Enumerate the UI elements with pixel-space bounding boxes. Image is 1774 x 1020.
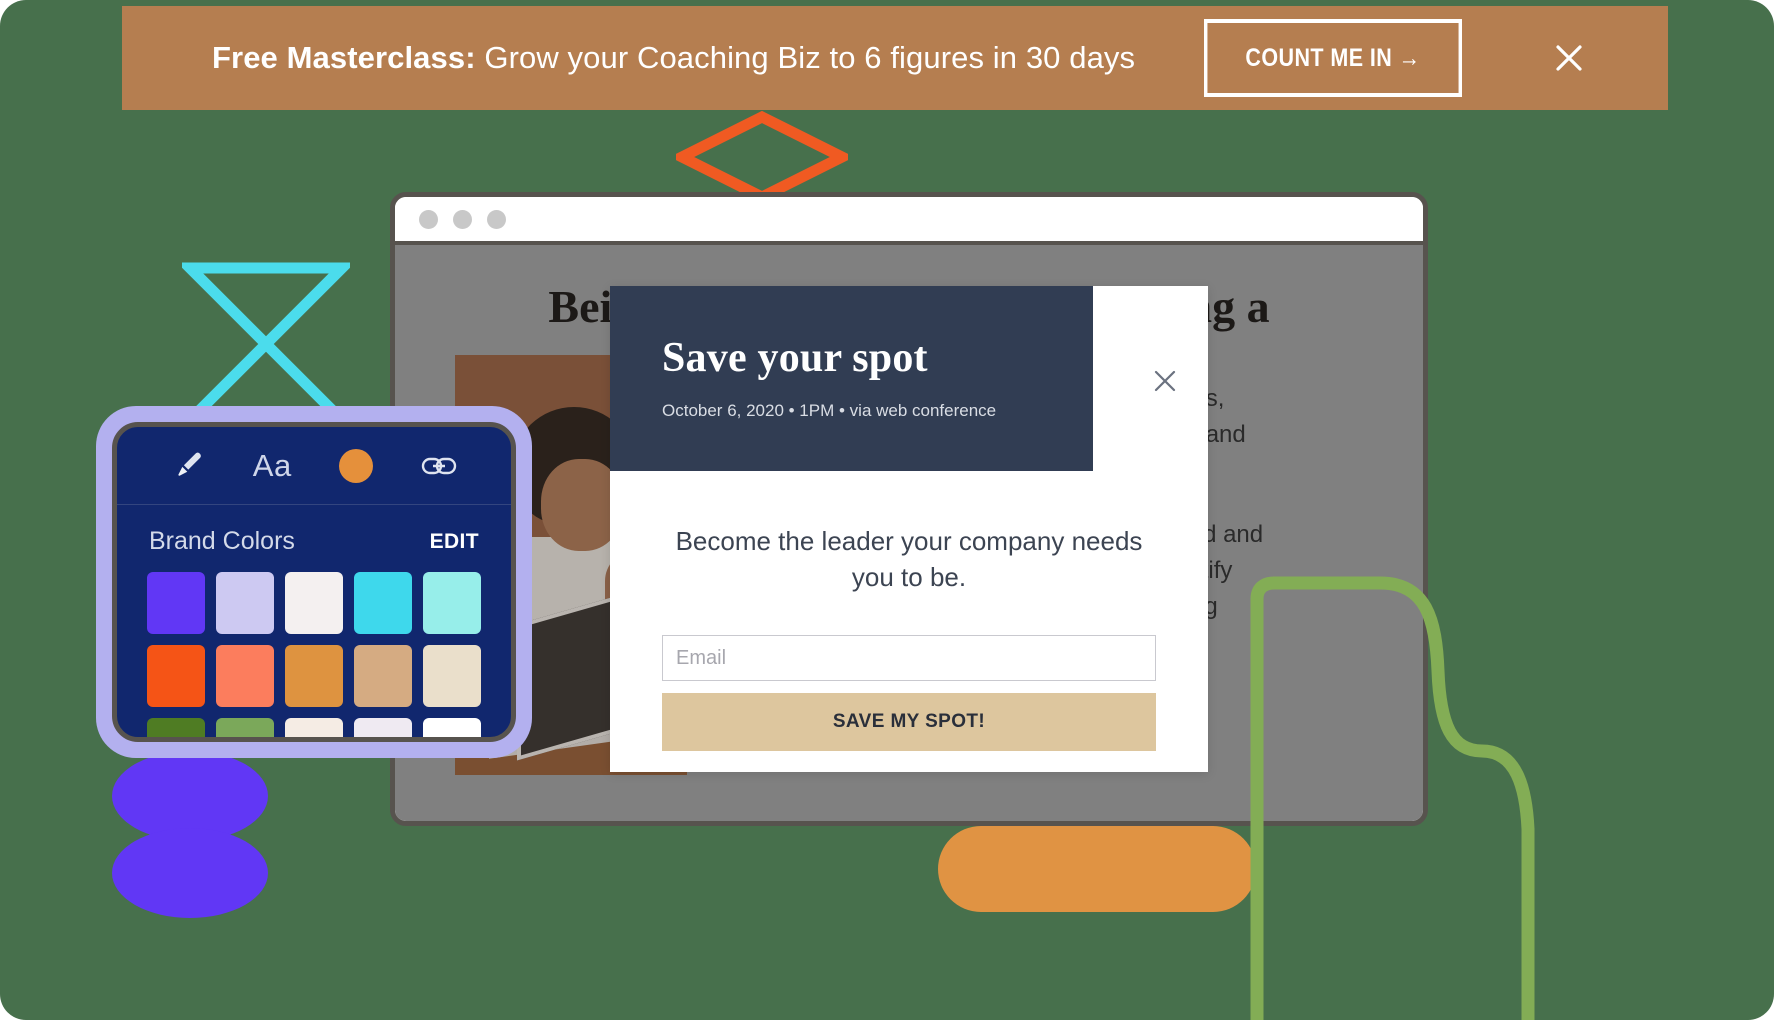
traffic-light-close-icon[interactable] xyxy=(419,209,438,229)
modal-close-icon[interactable] xyxy=(1148,364,1182,398)
banner-close-icon[interactable] xyxy=(1547,36,1591,80)
brand-color-swatch[interactable] xyxy=(354,645,412,707)
modal-lead-text: Become the leader your company needs you… xyxy=(675,526,1143,592)
brand-panel-toolbar: Aa xyxy=(117,427,511,505)
brand-color-swatch[interactable] xyxy=(285,718,343,737)
cyan-hourglass-outline-icon xyxy=(182,262,350,426)
brand-color-swatch[interactable] xyxy=(147,718,205,737)
active-color-dot xyxy=(338,448,373,483)
brand-color-swatch[interactable] xyxy=(423,645,481,707)
promo-banner: Free Masterclass: Grow your Coaching Biz… xyxy=(122,6,1668,110)
brand-colors-grid xyxy=(117,566,511,737)
text-style-label: Aa xyxy=(252,447,292,483)
traffic-light-minimize-icon[interactable] xyxy=(453,209,472,229)
modal-meta: October 6, 2020 • 1PM • via web conferen… xyxy=(662,401,997,420)
save-your-spot-modal: Save your spot October 6, 2020 • 1PM • v… xyxy=(610,286,1208,772)
green-curve-line-icon xyxy=(1250,576,1535,1020)
orange-pill-icon xyxy=(938,826,1256,912)
brand-color-swatch[interactable] xyxy=(216,572,274,634)
promo-banner-label-rest: Grow your Coaching Biz to 6 figures in 3… xyxy=(484,40,1136,75)
brand-color-swatch[interactable] xyxy=(216,718,274,737)
color-swatch-tool[interactable] xyxy=(314,427,398,504)
brand-color-swatch[interactable] xyxy=(423,572,481,634)
modal-title: Save your spot xyxy=(662,335,928,381)
promo-banner-text: Free Masterclass: Grow your Coaching Biz… xyxy=(212,40,1135,76)
traffic-light-maximize-icon[interactable] xyxy=(487,209,506,229)
brand-color-swatch[interactable] xyxy=(147,645,205,707)
brush-icon[interactable] xyxy=(147,427,231,504)
brand-color-swatch[interactable] xyxy=(354,572,412,634)
brand-color-swatch[interactable] xyxy=(354,718,412,737)
modal-header: Save your spot October 6, 2020 • 1PM • v… xyxy=(610,286,1093,471)
brand-color-swatch[interactable] xyxy=(285,572,343,634)
promo-banner-label-bold: Free Masterclass: xyxy=(212,40,476,75)
brand-color-swatch[interactable] xyxy=(147,572,205,634)
text-style-tool[interactable]: Aa xyxy=(231,427,315,504)
brand-colors-title: Brand Colors xyxy=(149,527,295,555)
save-my-spot-button[interactable]: SAVE MY SPOT! xyxy=(662,693,1156,751)
brand-colors-section-header: Brand Colors EDIT xyxy=(117,505,511,566)
brand-color-swatch[interactable] xyxy=(216,645,274,707)
brand-color-swatch[interactable] xyxy=(423,718,481,737)
edit-button[interactable]: EDIT xyxy=(430,530,479,554)
brand-color-swatch[interactable] xyxy=(285,645,343,707)
screenshot-stage: Being a good leader isn't just being a b… xyxy=(0,0,1774,1020)
purple-blob-pair-icon xyxy=(112,751,268,918)
link-icon[interactable] xyxy=(398,427,482,504)
brand-colors-panel: Aa Brand Colors EDIT xyxy=(112,422,516,742)
browser-titlebar xyxy=(395,197,1423,245)
count-me-in-button[interactable]: COUNT ME IN → xyxy=(1204,19,1463,97)
modal-body: Become the leader your company needs you… xyxy=(610,471,1208,751)
orange-diamond-outline-icon xyxy=(676,111,848,203)
email-input[interactable] xyxy=(662,635,1156,681)
